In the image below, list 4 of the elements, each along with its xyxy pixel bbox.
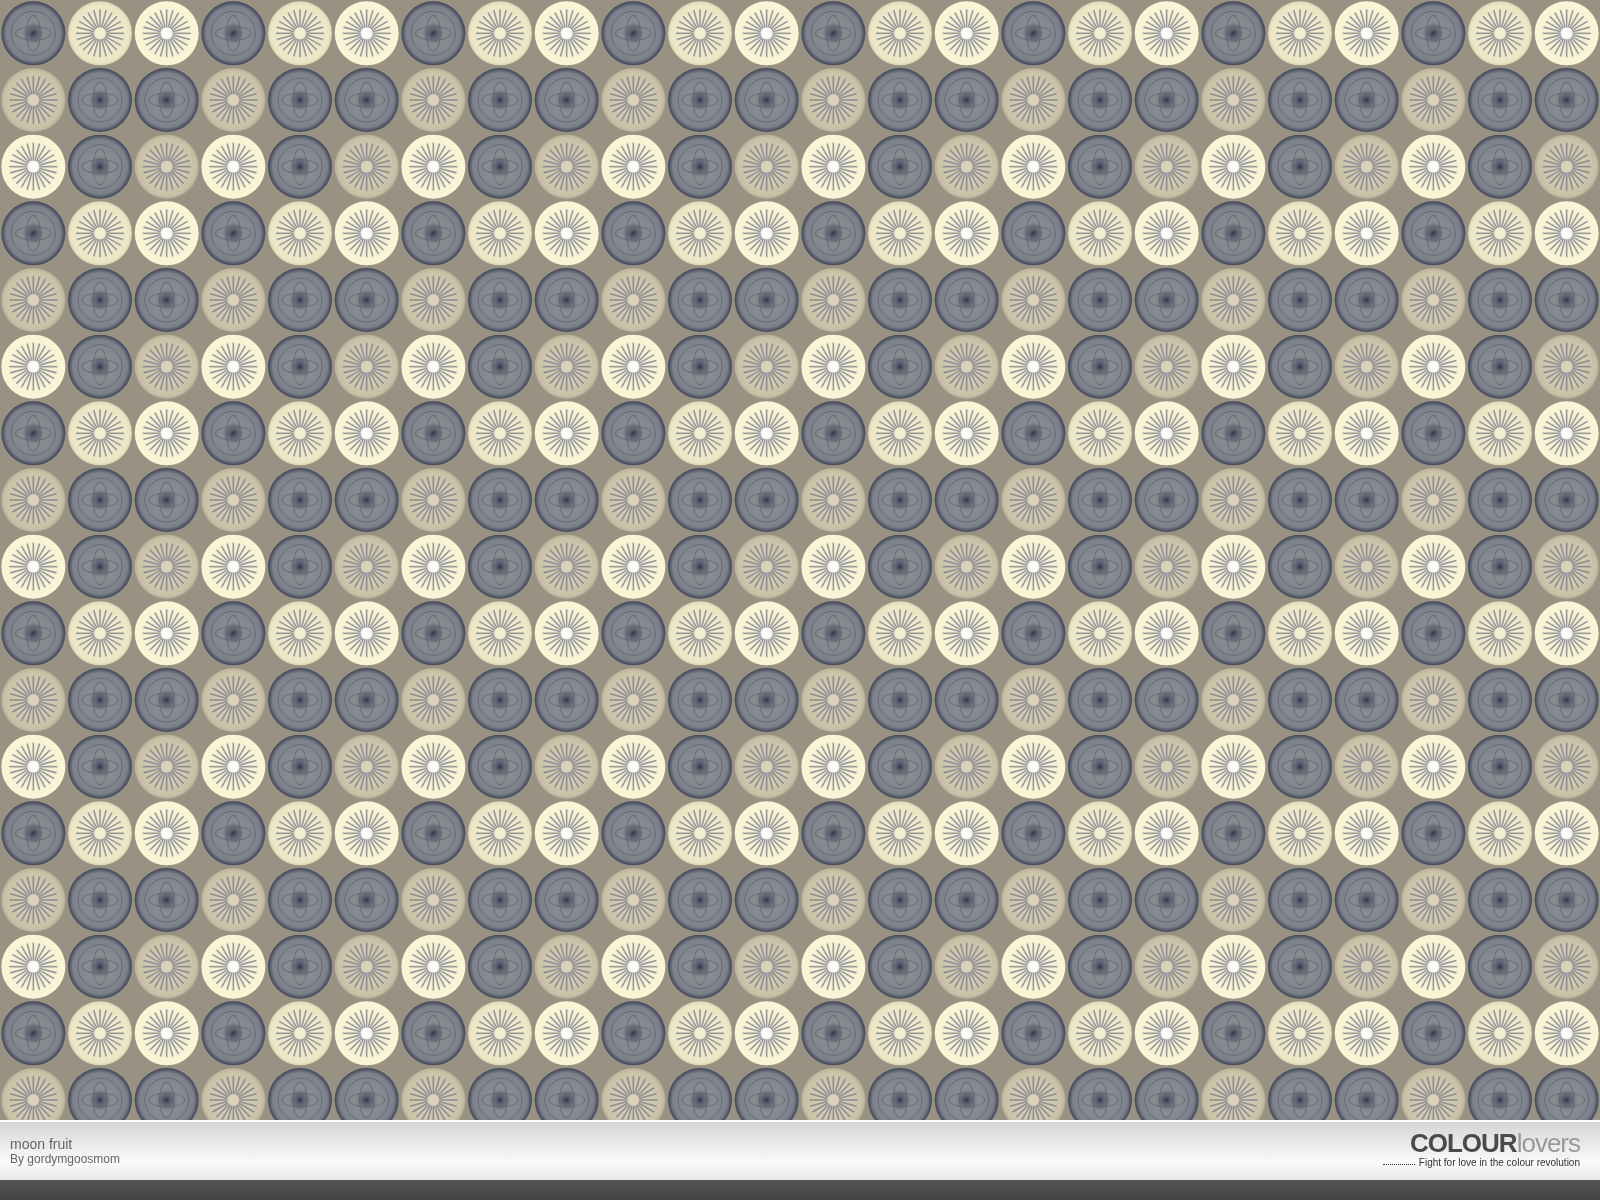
pattern-title: moon fruit: [10, 1136, 74, 1152]
pattern-author: By gordymgoosmom: [10, 1152, 121, 1166]
logo: COLOURlovers: [1409, 1130, 1580, 1156]
tagline: Fight for love in the colour revolution: [1418, 1157, 1580, 1168]
